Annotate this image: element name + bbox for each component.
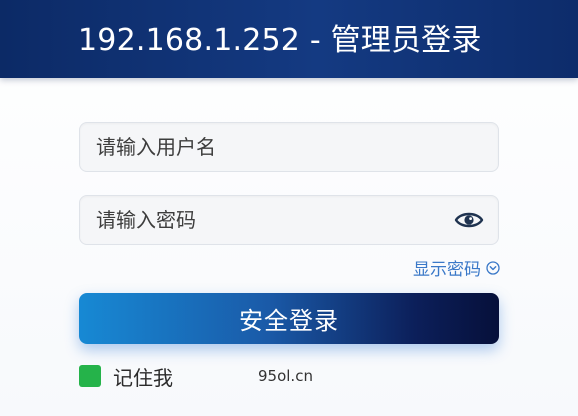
- show-password-link[interactable]: 显示密码: [413, 255, 500, 280]
- watermark-text: 95ol.cn: [258, 367, 313, 385]
- login-button[interactable]: 安全登录: [79, 293, 499, 344]
- username-input[interactable]: [80, 123, 440, 171]
- remember-me-toggle[interactable]: 记住我: [79, 364, 173, 390]
- login-button-label: 安全登录: [239, 307, 339, 335]
- header-bar: 192.168.1.252 - 管理员登录: [0, 0, 578, 78]
- username-field[interactable]: [79, 122, 499, 172]
- remember-me-checkbox[interactable]: [79, 365, 101, 387]
- show-password-label: 显示密码: [413, 259, 481, 280]
- chevron-circle-icon: [486, 260, 500, 275]
- remember-me-label: 记住我: [113, 365, 173, 390]
- password-input[interactable]: [80, 196, 440, 244]
- page-title: 192.168.1.252 - 管理员登录: [78, 23, 482, 58]
- login-window: 192.168.1.252 - 管理员登录 显示密码 安全登录 记住我 95o: [0, 0, 578, 416]
- eye-icon[interactable]: [454, 208, 484, 232]
- password-field[interactable]: [79, 195, 499, 245]
